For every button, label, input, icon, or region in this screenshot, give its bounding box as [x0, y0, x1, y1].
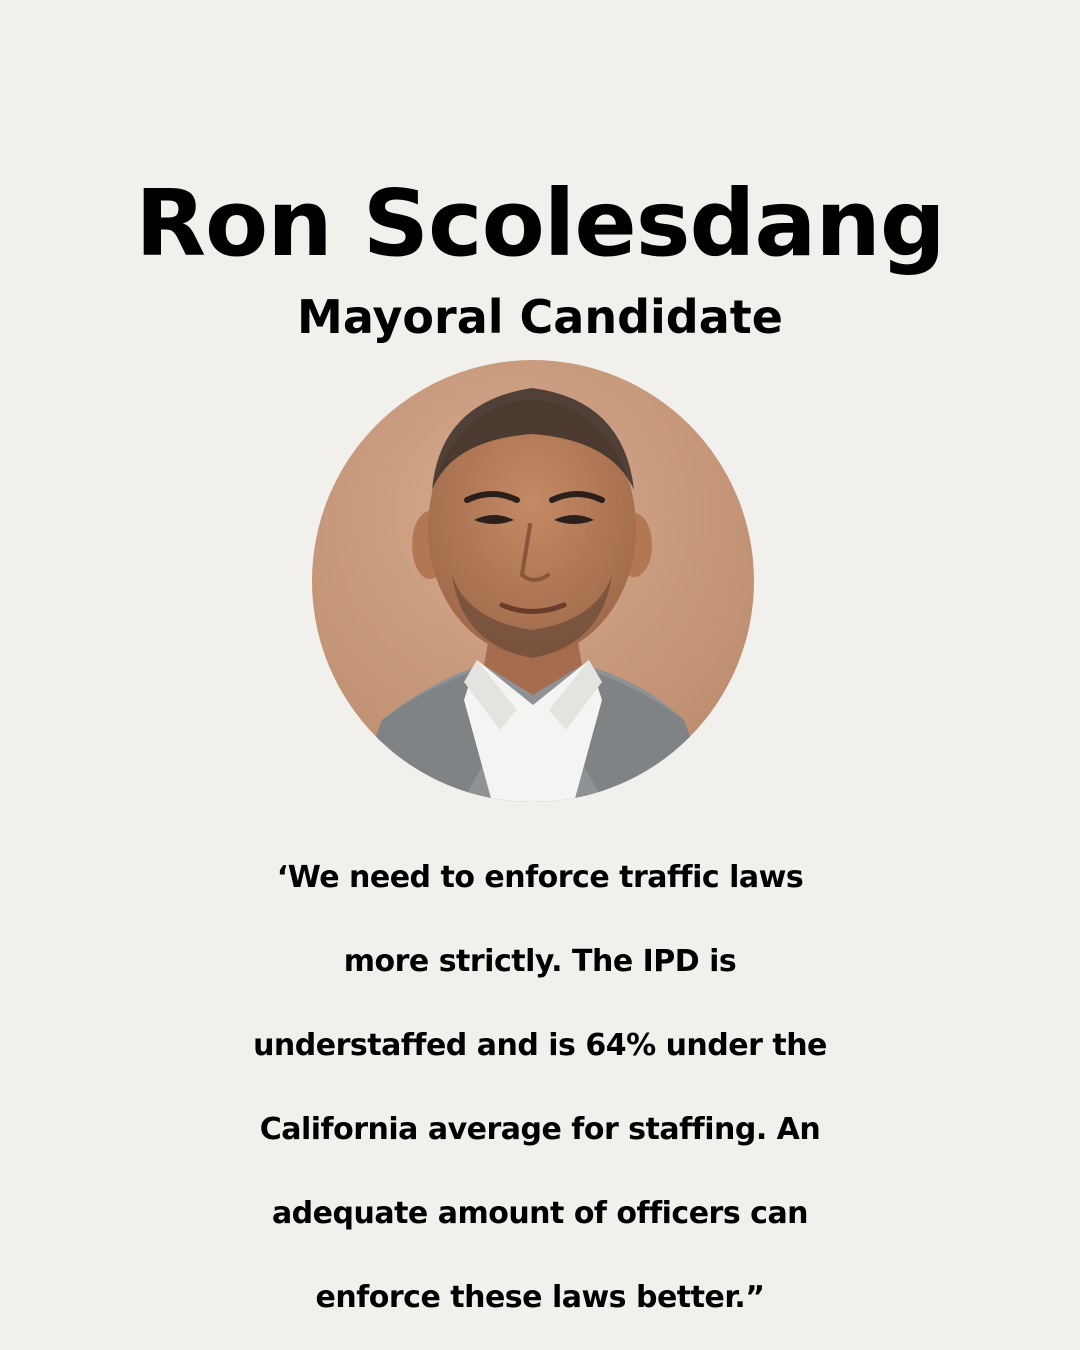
candidate-portrait [312, 360, 754, 802]
candidate-role: Mayoral Candidate [297, 290, 783, 344]
quote-line: enforce these laws better.” [315, 1280, 765, 1315]
quote-line: more strictly. The IPD is [343, 944, 737, 979]
quote-line: understaffed and is 64% under the [253, 1028, 827, 1063]
quote-text: ‘We need to enforce traffic laws more st… [0, 836, 1080, 1340]
quote-line: California average for staffing. An [259, 1112, 821, 1147]
candidate-name: Ron Scolesdang [135, 170, 946, 277]
quote-line: adequate amount of officers can [271, 1196, 809, 1231]
quote-line: ‘We need to enforce traffic laws [276, 860, 804, 895]
